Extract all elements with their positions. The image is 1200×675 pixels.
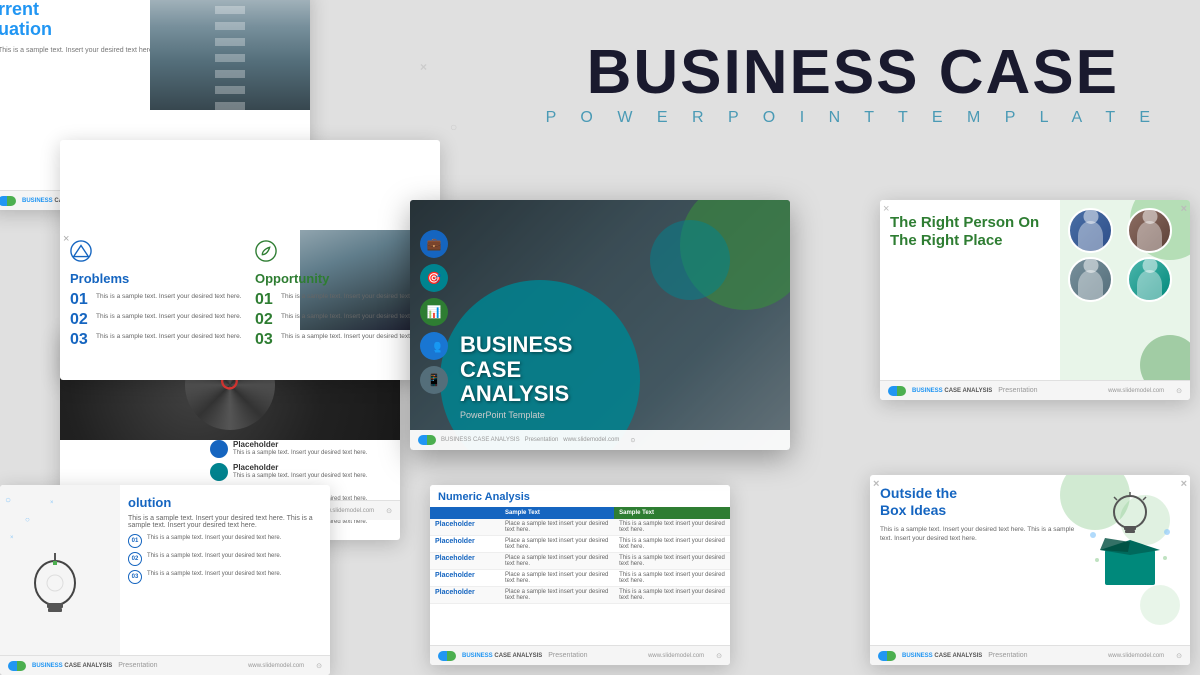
pres-br: Presentation <box>988 652 1027 659</box>
pres-center: Presentation <box>525 437 559 443</box>
outside-box-title: Outside the Box Ideas <box>880 485 1080 519</box>
slide-right-person: The Right Person On The Right Place <box>880 200 1190 400</box>
lightbulb-icon <box>20 553 90 633</box>
url-center: www.slidemodel.com <box>563 437 619 443</box>
icon-people: 👥 <box>420 332 448 360</box>
ph-title-2: Placeholder <box>233 463 367 472</box>
brand-bl: BUSINESS CASE ANALYSIS <box>32 663 112 669</box>
solution-content: olution This is a sample text. Insert yo… <box>120 485 330 655</box>
icon-briefcase: 💼 <box>420 230 448 258</box>
opportunity-column: Opportunity 01 This is a sample text. In… <box>255 240 430 352</box>
solution-title: olution <box>128 495 322 510</box>
teal-circle2-bg <box>650 220 730 300</box>
toggle-icon-br <box>878 651 896 661</box>
numeric-table: Sample Text Sample Text Placeholder Plac… <box>430 507 730 604</box>
bottom-left-footer: BUSINESS CASE ANALYSIS Presentation www.… <box>0 655 330 675</box>
center-background: 💼 🎯 📊 👥 📱 BUSINESS CASE ANALYSIS PowerPo… <box>410 200 790 450</box>
numeric-header: Numeric Analysis <box>430 485 730 507</box>
avatar-grid <box>1060 200 1190 310</box>
col2-header: Sample Text <box>614 507 730 519</box>
brand-br: BUSINESS CASE ANALYSIS <box>902 653 982 659</box>
solution-intro: This is a sample text. Insert your desir… <box>128 515 322 529</box>
sol-text-2: This is a sample text. Insert your desir… <box>147 552 281 561</box>
center-main-title: BUSINESS CASE ANALYSIS <box>460 333 572 406</box>
table-row: Placeholder Place a sample text insert y… <box>430 519 730 536</box>
right-person-content: The Right Person On The Right Place <box>880 200 1060 380</box>
col1-header: Sample Text <box>500 507 614 519</box>
brand-rt: BUSINESS CASE ANALYSIS <box>912 388 992 394</box>
url-bl: www.slidemodel.com <box>248 663 304 669</box>
url-br: www.slidemodel.com <box>1108 653 1164 659</box>
leaf-icon <box>255 240 277 262</box>
slide-center-main: 💼 🎯 📊 👥 📱 BUSINESS CASE ANALYSIS PowerPo… <box>410 200 790 450</box>
outside-box-content: Outside the Box Ideas This is a sample t… <box>870 475 1190 645</box>
opp-2-text: This is a sample text. Insert your desir… <box>281 312 427 321</box>
icon-chart: 📊 <box>420 298 448 326</box>
x-mark-rt2: × <box>883 203 889 215</box>
url-rt: www.slidemodel.com <box>1108 388 1164 394</box>
icon-target: 🎯 <box>420 264 448 292</box>
avatar-3 <box>1068 257 1113 302</box>
opportunity-title: Opportunity <box>255 271 430 286</box>
bulb-decoration: ○ ○ × × <box>0 485 120 655</box>
sol-num-2: 02 <box>128 552 142 566</box>
toggle-icon-rt <box>888 386 906 396</box>
slide-outside-box: × × <box>870 475 1190 665</box>
center-subtitle: PowerPoint Template <box>460 410 572 420</box>
toggle-icon <box>0 196 16 206</box>
sol-num-1: 01 <box>128 534 142 548</box>
bc-footer: BUSINESS CASE ANALYSIS Presentation www.… <box>430 645 730 665</box>
icon-tablet: 📱 <box>420 366 448 394</box>
slide-solution: ○ ○ × × olution This is a sample text. I… <box>0 485 330 675</box>
sol-text-1: This is a sample text. Insert your desir… <box>147 534 281 543</box>
pres-bc: Presentation <box>548 652 587 659</box>
center-slide-footer: BUSINESS CASE ANALYSIS Presentation www.… <box>410 430 790 450</box>
brand-bc: BUSINESS CASE ANALYSIS <box>462 653 542 659</box>
br-footer: BUSINESS CASE ANALYSIS Presentation www.… <box>870 645 1190 665</box>
problems-column: Problems 01 This is a sample text. Inser… <box>70 240 245 352</box>
warning-icon <box>70 240 92 262</box>
rt-footer: BUSINESS CASE ANALYSIS Presentation www.… <box>880 380 1190 400</box>
problems-title: Problems <box>70 271 245 286</box>
outside-box-text: This is a sample text. Insert your desir… <box>880 525 1080 635</box>
sol-num-3: 03 <box>128 570 142 584</box>
topleft-image <box>150 0 310 110</box>
topleft-subheader: uation <box>0 19 52 39</box>
subtitle: P O W E R P O I N T T E M P L A T E <box>546 109 1160 127</box>
avatar-area <box>1060 200 1190 380</box>
pres-bl: Presentation <box>118 662 157 669</box>
problem-1-text: This is a sample text. Insert your desir… <box>96 292 242 301</box>
toggle-icon-bc <box>438 651 456 661</box>
table-row: Placeholder Place a sample text insert y… <box>430 570 730 587</box>
avatar-2 <box>1127 208 1172 253</box>
brand-center: BUSINESS CASE ANALYSIS <box>441 437 520 443</box>
main-title: BUSINESS CASE <box>546 40 1160 105</box>
table-row: Placeholder Place a sample text insert y… <box>430 536 730 553</box>
center-title-block: BUSINESS CASE ANALYSIS PowerPoint Templa… <box>460 333 572 420</box>
pres-rt: Presentation <box>998 387 1037 394</box>
ph-title-1: Placeholder <box>233 440 367 449</box>
right-person-title: The Right Person On The Right Place <box>890 214 1050 250</box>
problem-3-text: This is a sample text. Insert your desir… <box>96 332 242 341</box>
url-bc: www.slidemodel.com <box>648 653 704 659</box>
slide-numeric-analysis: Numeric Analysis Sample Text Sample Text… <box>430 485 730 665</box>
problem-2-text: This is a sample text. Insert your desir… <box>96 312 242 321</box>
avatar-4 <box>1127 257 1172 302</box>
table-row: Placeholder Place a sample text insert y… <box>430 587 730 604</box>
opp-3-text: This is a sample text. Insert your desir… <box>281 332 427 341</box>
center-icons: 💼 🎯 📊 👥 📱 <box>420 230 448 394</box>
slide-problems-opportunity: × × Problems 01 This is a sample text. I… <box>60 140 440 380</box>
green-circle-br <box>1140 335 1190 380</box>
numeric-title: Numeric Analysis <box>438 491 722 503</box>
sol-text-3: This is a sample text. Insert your desir… <box>147 570 281 579</box>
topleft-header: rrent <box>0 0 39 19</box>
table-row: Placeholder Place a sample text insert y… <box>430 553 730 570</box>
opp-1-text: This is a sample text. Insert your desir… <box>281 292 427 301</box>
toggle-icon-center <box>418 435 436 445</box>
avatar-1 <box>1068 208 1113 253</box>
title-area: BUSINESS CASE P O W E R P O I N T T E M … <box>546 40 1160 127</box>
toggle-icon-bl <box>8 661 26 671</box>
